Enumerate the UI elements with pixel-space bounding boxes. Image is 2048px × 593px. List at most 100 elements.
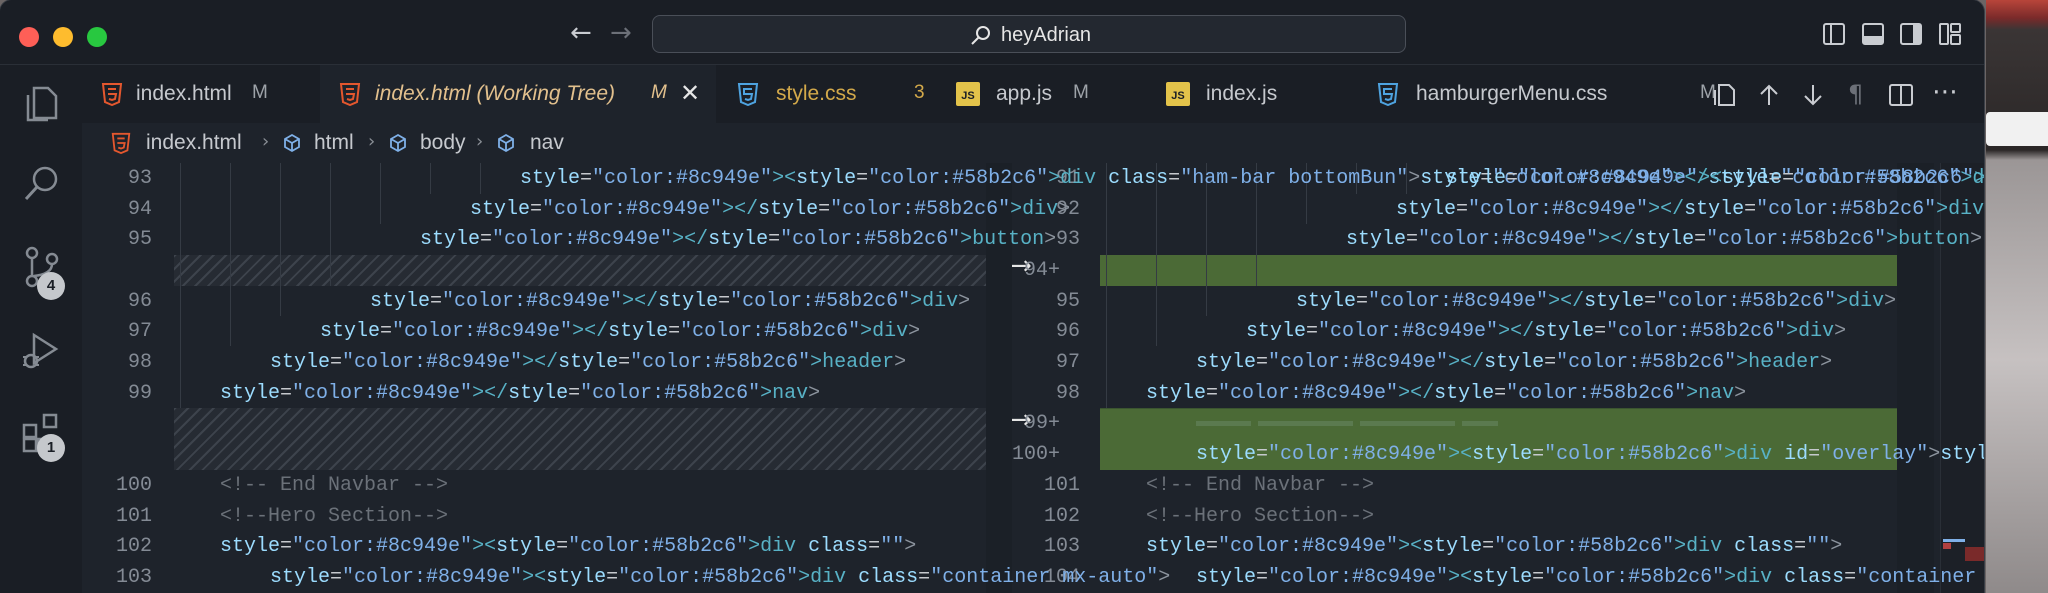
code-line: <!--Hero Section--> xyxy=(220,505,449,528)
title-bar: ← → heyAdrian xyxy=(0,0,1984,65)
run-debug-icon[interactable] xyxy=(20,329,64,373)
code-line: style="color:#8c949e"></style="color:#58… xyxy=(470,198,1071,221)
breadcrumb-item[interactable]: index.html xyxy=(146,131,242,155)
code-line: <!--Hero Section--> xyxy=(1146,505,1375,528)
search-icon xyxy=(971,26,990,45)
back-arrow-icon[interactable]: ← xyxy=(570,18,592,48)
line-number: 99+ xyxy=(1024,412,1061,435)
line-number: 101 xyxy=(115,505,152,528)
next-change-icon[interactable] xyxy=(1800,82,1826,108)
line-number: 99 xyxy=(127,382,152,405)
removed-placeholder-region xyxy=(174,408,1009,470)
code-line: style="color:#8c949e"></style="color:#58… xyxy=(1146,382,1747,405)
js-file-icon: JS xyxy=(956,82,980,106)
forward-arrow-icon[interactable]: → xyxy=(610,18,632,48)
html-file-icon xyxy=(101,83,123,106)
tab-label: index.html (Working Tree) xyxy=(375,82,616,105)
html-file-icon xyxy=(339,83,361,106)
close-tab-icon[interactable]: ✕ xyxy=(680,79,700,107)
line-number: 95 xyxy=(127,228,152,251)
line-number: 97 xyxy=(127,320,152,343)
previous-change-icon[interactable] xyxy=(1756,82,1782,108)
line-number: 94 xyxy=(127,198,152,221)
tab-index-html-working-tree[interactable]: index.html (Working Tree) M ✕ xyxy=(320,65,716,123)
chevron-right-icon: › xyxy=(476,131,484,152)
tab-status: M xyxy=(651,82,667,103)
code-line: style="color:#8c949e"></style="color:#58… xyxy=(1196,351,1833,374)
tab-label: app.js xyxy=(996,82,1053,105)
element-icon xyxy=(390,133,406,153)
scm-badge: 4 xyxy=(37,272,65,300)
more-actions-icon[interactable]: ⋯ xyxy=(1932,77,1958,107)
line-number: 94+ xyxy=(1024,259,1061,282)
code-line: style="color:#8c949e"></style="color:#58… xyxy=(1346,228,1983,251)
css-file-icon xyxy=(737,83,759,106)
line-number: 93 xyxy=(127,167,152,190)
code-line: style="color:#8c949e"></style="color:#58… xyxy=(420,228,1057,251)
tab-app-js[interactable]: JS app.js M xyxy=(936,65,1146,123)
tab-index-js[interactable]: JS index.js xyxy=(1146,65,1356,123)
desktop-background xyxy=(1986,0,2048,593)
code-line: <!-- End Navbar --> xyxy=(1146,474,1375,497)
code-line: style="color:#8c949e"><style="color:#58b… xyxy=(270,566,1171,589)
line-number: 97 xyxy=(1055,351,1080,374)
line-number: 102 xyxy=(115,535,152,558)
tab-hamburgermenu-css[interactable]: hamburgerMenu.css M xyxy=(1356,65,1736,123)
toggle-primary-sidebar-icon[interactable] xyxy=(1823,23,1845,45)
tab-label: style.css xyxy=(776,82,857,105)
code-line: style="color:#8c949e"></style="color:#58… xyxy=(370,290,971,313)
command-center-search[interactable]: heyAdrian xyxy=(652,15,1406,53)
diff-editor[interactable]: → → 93 94 95 96 97 98 99 100 101 102 103… xyxy=(82,163,1984,593)
line-number: 96 xyxy=(127,290,152,313)
search-icon[interactable] xyxy=(20,162,64,206)
maximize-window-button[interactable] xyxy=(87,27,107,47)
code-line: style="color:#8c949e"></style="color:#58… xyxy=(1296,290,1897,313)
split-editor-icon[interactable] xyxy=(1888,82,1914,108)
html-file-icon xyxy=(111,132,131,154)
code-line: style="color:#8c949e"></style="color:#58… xyxy=(220,382,821,405)
line-number: 103 xyxy=(1043,535,1080,558)
line-number: 100 xyxy=(115,474,152,497)
open-file-icon[interactable] xyxy=(1712,82,1738,108)
close-window-button[interactable] xyxy=(19,27,39,47)
pilcrow-icon[interactable]: ¶ xyxy=(1848,80,1863,108)
code-line: style="color:#8c949e"><style="color:#58b… xyxy=(1446,167,1984,190)
line-number: 96 xyxy=(1055,320,1080,343)
code-line: style="color:#8c949e"></style="color:#58… xyxy=(320,320,921,343)
js-file-icon: JS xyxy=(1166,82,1190,106)
element-icon xyxy=(284,133,300,153)
toggle-secondary-sidebar-icon[interactable] xyxy=(1900,23,1922,45)
toggle-panel-icon[interactable] xyxy=(1862,23,1884,45)
breadcrumb-item[interactable]: body xyxy=(420,131,466,155)
line-number: 98 xyxy=(1055,382,1080,405)
tab-status: M xyxy=(252,82,268,103)
minimize-window-button[interactable] xyxy=(53,27,73,47)
extensions-badge: 1 xyxy=(37,434,65,462)
tab-label: hamburgerMenu.css xyxy=(1416,82,1608,105)
breadcrumb: index.html › html › body › nav xyxy=(82,123,1984,163)
customize-layout-icon[interactable] xyxy=(1939,23,1961,45)
breadcrumb-item[interactable]: nav xyxy=(530,131,564,155)
line-number: 102 xyxy=(1043,505,1080,528)
editor-tab-bar: index.html M index.html (Working Tree) M… xyxy=(82,65,1984,123)
breadcrumb-item[interactable]: html xyxy=(314,131,354,155)
code-line: <!-- End Navbar --> xyxy=(220,474,449,497)
vscode-window: ← → heyAdrian 4 1 index.html M index.htm… xyxy=(0,0,1984,593)
css-file-icon xyxy=(1377,83,1399,106)
code-line: style="color:#8c949e"><style="color:#58b… xyxy=(1146,535,1843,558)
element-icon xyxy=(498,133,514,153)
explorer-icon[interactable] xyxy=(20,82,64,126)
code-line: style="color:#8c949e"><style="color:#58b… xyxy=(1196,566,1977,589)
tab-index-html[interactable]: index.html M xyxy=(82,65,320,123)
line-number: 100+ xyxy=(1012,443,1061,466)
code-line: style="color:#8c949e"><style="color:#58b… xyxy=(220,535,917,558)
chevron-right-icon: › xyxy=(368,131,376,152)
tab-style-css[interactable]: style.css 3 xyxy=(716,65,936,123)
code-line: style="color:#8c949e"><style="color:#58b… xyxy=(1196,443,1984,466)
code-line: style="color:#8c949e"></style="color:#58… xyxy=(1246,320,1847,343)
activity-bar: 4 1 xyxy=(0,65,83,593)
tab-status: M xyxy=(1073,82,1089,103)
tab-label: index.html xyxy=(136,82,232,105)
line-number: 101 xyxy=(1043,474,1080,497)
background-window-toolbar xyxy=(1986,112,2048,146)
